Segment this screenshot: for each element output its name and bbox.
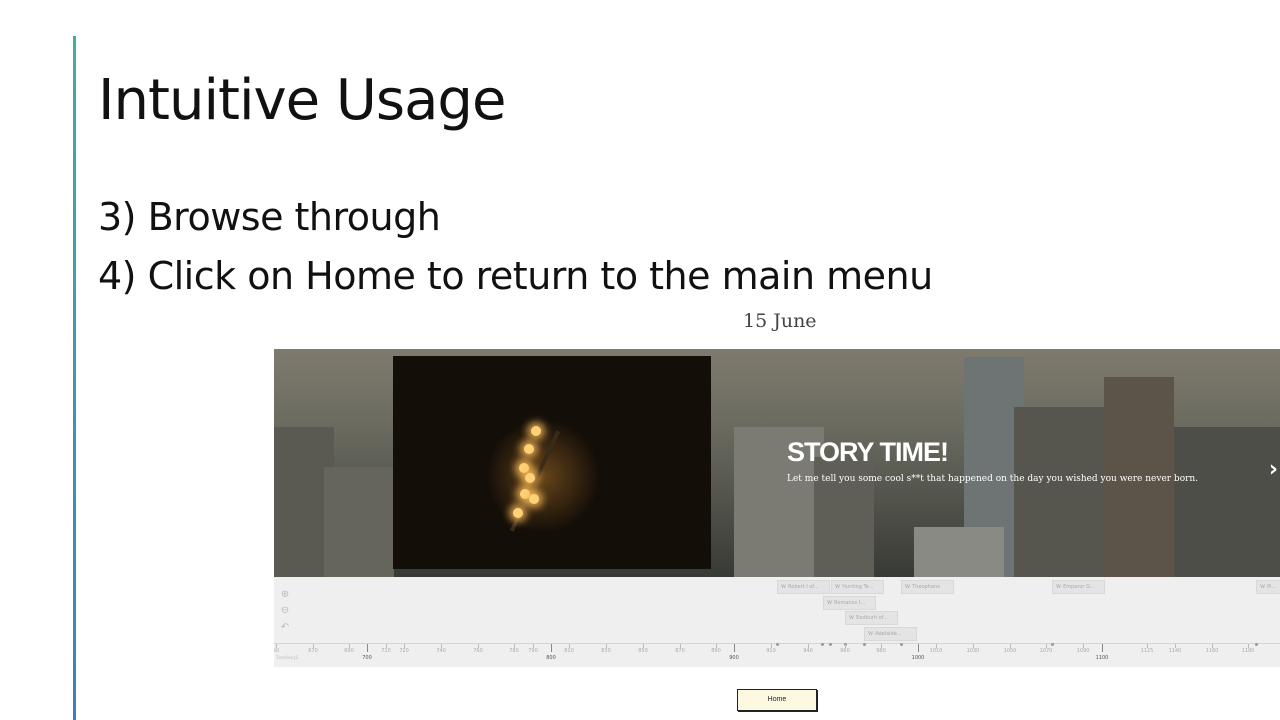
lamp: [513, 508, 523, 518]
tick-label: 50: [274, 648, 280, 654]
timeline-flag[interactable]: W Eadburh of...: [845, 611, 898, 625]
city-building: [1174, 427, 1280, 577]
city-building: [324, 467, 394, 577]
timeline-flag[interactable]: W Pi...: [1256, 580, 1280, 594]
wikipedia-icon: W: [868, 631, 874, 637]
tick-label: 670: [308, 648, 318, 654]
flag-label: Emperor G...: [1063, 584, 1095, 590]
flag-label: Robert I of...: [788, 584, 819, 590]
tick-label: 720: [399, 648, 409, 654]
timeline-nav[interactable]: ⊕ ⊖ ↶ W Robert I of... W Hunting Te... W Th…: [274, 577, 1280, 667]
event-marker[interactable]: [821, 643, 824, 646]
wikipedia-icon: W: [905, 584, 911, 590]
timeline-flag[interactable]: W Theophano: [901, 580, 954, 594]
story-media-image: [393, 356, 711, 569]
bullet-browse: 3) Browse through: [98, 195, 441, 239]
tick-label: 790: [528, 648, 538, 654]
tick-label: 780: [509, 648, 519, 654]
tick-label: 940: [803, 648, 813, 654]
timeline-era-label: Timeline.JS: [276, 655, 298, 660]
wikipedia-icon: W: [1056, 584, 1062, 590]
major-tick-label: 900: [729, 655, 739, 661]
tick-label: 890: [711, 648, 721, 654]
tick-label: 1090: [1076, 648, 1090, 654]
story-slide: STORY TIME! Let me tell you some cool s*…: [274, 349, 1280, 577]
lamp: [525, 473, 535, 483]
event-marker[interactable]: [829, 643, 832, 646]
lamp: [524, 444, 534, 454]
wikipedia-icon: W: [835, 584, 841, 590]
wikipedia-icon: W: [827, 600, 833, 606]
major-tick-label: 1000: [911, 655, 925, 661]
timeline-flag[interactable]: W Adelaide...: [864, 627, 917, 641]
accent-bar: [73, 36, 76, 720]
tick-label: 830: [601, 648, 611, 654]
event-marker[interactable]: [776, 643, 779, 646]
flag-label: Romanos I...: [834, 600, 866, 606]
lamp: [531, 426, 541, 436]
home-button[interactable]: Home: [737, 689, 817, 711]
wikipedia-icon: W: [1260, 584, 1266, 590]
tick-label: 1160: [1205, 648, 1219, 654]
bullet-home: 4) Click on Home to return to the main m…: [98, 254, 933, 298]
tick-label: 1140: [1168, 648, 1182, 654]
major-tick-label: 800: [546, 655, 556, 661]
major-tick-label: 1100: [1095, 655, 1109, 661]
axis-major-tick: [918, 644, 919, 652]
major-tick-label: 700: [362, 655, 372, 661]
axis-major-tick: [1102, 644, 1103, 652]
flag-label: Adelaide...: [875, 631, 902, 637]
light-glow: [488, 416, 598, 536]
story-title: STORY TIME!: [787, 437, 949, 467]
tick-label: 1010: [929, 648, 943, 654]
story-text: Let me tell you some cool s**t that happ…: [787, 474, 1199, 484]
tick-label: 1180: [1241, 648, 1255, 654]
axis-major-tick: [367, 644, 368, 652]
flag-label: Eadburh of...: [856, 615, 888, 621]
city-building: [1014, 407, 1104, 577]
flag-label: Hunting Te...: [842, 584, 874, 590]
slide-title: Intuitive Usage: [98, 68, 506, 133]
tick-label: 760: [473, 648, 483, 654]
tick-label: 690: [344, 648, 354, 654]
timeline-flag[interactable]: W Robert I of...: [777, 580, 830, 594]
axis-major-tick: [734, 644, 735, 652]
tick-label: 1125: [1140, 648, 1154, 654]
tick-label: 710: [381, 648, 391, 654]
lamp: [529, 494, 539, 504]
event-marker[interactable]: [1051, 643, 1054, 646]
tick-label: 740: [436, 648, 446, 654]
wikipedia-icon: W: [781, 584, 787, 590]
zoom-in-icon[interactable]: ⊕: [279, 589, 291, 600]
wikipedia-icon: W: [849, 615, 855, 621]
axis-major-tick: [551, 644, 552, 652]
timeline-flag[interactable]: W Romanos I...: [823, 596, 876, 610]
back-to-start-icon[interactable]: ↶: [279, 622, 291, 633]
flag-label: Theophano: [912, 584, 941, 590]
event-marker[interactable]: [1255, 643, 1258, 646]
next-arrow-icon[interactable]: ›: [1269, 457, 1278, 482]
tick-label: 980: [876, 648, 886, 654]
flag-label: Pi...: [1267, 584, 1277, 590]
tick-label: 960: [840, 648, 850, 654]
tick-label: 810: [564, 648, 574, 654]
tick-label: 910: [766, 648, 776, 654]
lamp: [519, 463, 529, 473]
tick-label: 1030: [966, 648, 980, 654]
date-label: 15 June: [743, 310, 817, 332]
event-marker[interactable]: [863, 643, 866, 646]
tick-label: 1070: [1039, 648, 1053, 654]
event-marker[interactable]: [900, 643, 903, 646]
timeline-flag[interactable]: W Emperor G...: [1052, 580, 1105, 594]
tick-label: 1050: [1003, 648, 1017, 654]
tick-label: 850: [638, 648, 648, 654]
zoom-out-icon[interactable]: ⊖: [279, 605, 291, 616]
tick-label: 870: [675, 648, 685, 654]
timeline-flag[interactable]: W Hunting Te...: [831, 580, 884, 594]
city-building: [914, 527, 1004, 577]
